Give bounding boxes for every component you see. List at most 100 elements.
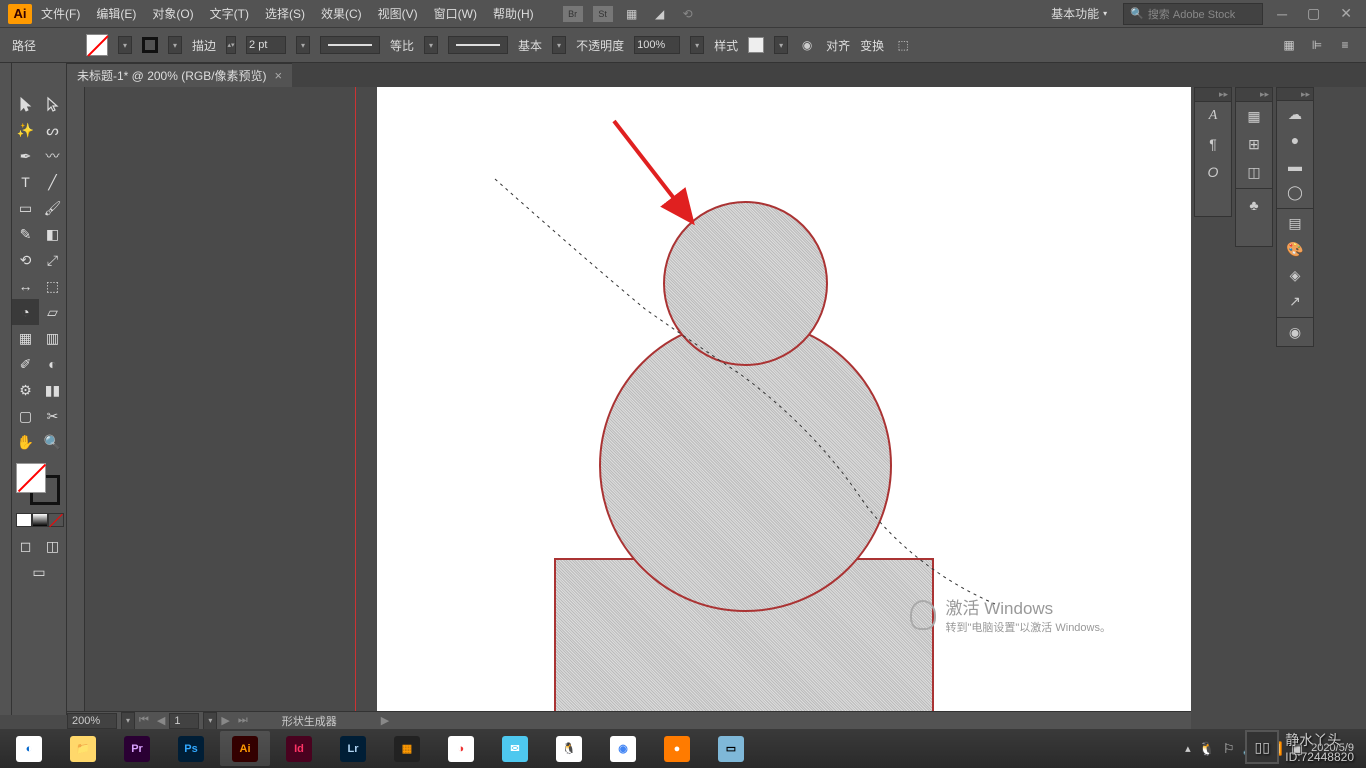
symbol-sprayer-tool[interactable]: ⚙: [12, 377, 39, 403]
menu-type[interactable]: 文字(T): [203, 2, 256, 25]
taskbar-app-12[interactable]: ●: [652, 731, 702, 766]
tab-close-button[interactable]: ×: [275, 68, 283, 83]
taskbar-app-explorer[interactable]: 📁: [58, 731, 108, 766]
eraser-tool[interactable]: ◧: [39, 221, 66, 247]
taskbar-app-indesign[interactable]: Id: [274, 731, 324, 766]
tool-dock-grip[interactable]: [0, 63, 12, 87]
fill-dropdown[interactable]: ▾: [118, 36, 132, 54]
transform-icon[interactable]: ⬚: [894, 36, 912, 54]
mesh-tool[interactable]: ▦: [12, 325, 39, 351]
menu-object[interactable]: 对象(O): [145, 2, 200, 25]
sync-icon[interactable]: ⟲: [679, 5, 697, 23]
opacity-input[interactable]: [634, 36, 680, 54]
menu-view[interactable]: 视图(V): [371, 2, 425, 25]
style-dropdown[interactable]: ▾: [774, 36, 788, 54]
stroke-weight-input[interactable]: [246, 36, 286, 54]
eyedropper-tool[interactable]: ✐: [12, 351, 39, 377]
close-button[interactable]: ✕: [1334, 5, 1358, 22]
zoom-tool[interactable]: 🔍: [39, 429, 66, 455]
paintbrush-tool[interactable]: 🖌: [39, 195, 66, 221]
workspace-switcher[interactable]: 基本功能▾: [1043, 3, 1115, 24]
tray-flag-icon[interactable]: ⚐: [1223, 741, 1235, 757]
taskbar-app-9[interactable]: ✉: [490, 731, 540, 766]
perspective-tool[interactable]: ▱: [39, 299, 66, 325]
stroke-weight-dropdown[interactable]: ▾: [296, 36, 310, 54]
taskbar-app-chrome[interactable]: ◉: [598, 731, 648, 766]
transform-panel-icon[interactable]: ⊞: [1236, 130, 1272, 158]
gpu-icon[interactable]: ◢: [651, 5, 669, 23]
fill-color-box[interactable]: [16, 463, 46, 493]
stroke-panel-icon[interactable]: ◯: [1277, 179, 1313, 205]
color-mode-none[interactable]: [48, 513, 64, 527]
taskbar-app-8[interactable]: ◑: [436, 731, 486, 766]
more-icon[interactable]: ≡: [1336, 36, 1354, 54]
paragraph-panel-icon[interactable]: ¶: [1195, 130, 1231, 158]
graph-tool[interactable]: ▮▮: [39, 377, 66, 403]
pathfinder-icon[interactable]: ◫: [1236, 158, 1272, 186]
stroke-dropdown[interactable]: ▾: [168, 36, 182, 54]
free-transform-tool[interactable]: ⬚: [39, 273, 66, 299]
recolor-icon[interactable]: ◉: [798, 36, 816, 54]
align-panel-icon[interactable]: ⊫: [1308, 36, 1326, 54]
first-artboard[interactable]: ⏮: [135, 714, 153, 727]
zoom-level[interactable]: 200%: [67, 713, 117, 729]
taskbar-app-lightroom[interactable]: Lr: [328, 731, 378, 766]
restore-button[interactable]: ▢: [1301, 5, 1326, 22]
swatches-icon[interactable]: ▬: [1277, 153, 1313, 179]
libraries-icon[interactable]: ☁: [1277, 101, 1313, 127]
pen-tool[interactable]: ✒: [12, 143, 39, 169]
rectangle-tool[interactable]: ▭: [12, 195, 39, 221]
bridge-icon[interactable]: Br: [563, 6, 583, 22]
screen-mode[interactable]: ▭: [12, 559, 66, 585]
shaper-tool[interactable]: ✎: [12, 221, 39, 247]
tool-dock-strip[interactable]: [0, 87, 12, 715]
last-artboard[interactable]: ⏭: [234, 714, 252, 727]
menu-effect[interactable]: 效果(C): [314, 2, 369, 25]
color-mode-solid[interactable]: [16, 513, 32, 527]
selection-tool[interactable]: [12, 91, 39, 117]
align-icon[interactable]: ▦: [1236, 102, 1272, 130]
menu-select[interactable]: 选择(S): [258, 2, 312, 25]
blend-tool[interactable]: ◐: [39, 351, 66, 377]
menu-file[interactable]: 文件(F): [34, 2, 87, 25]
style-swatch[interactable]: [748, 37, 764, 53]
artboard-dropdown[interactable]: ▾: [203, 712, 217, 730]
guide-line[interactable]: [355, 87, 356, 715]
magic-wand-tool[interactable]: ✨: [12, 117, 39, 143]
gradient-panel-icon[interactable]: 🎨: [1277, 237, 1313, 263]
layers-icon[interactable]: ◈: [1277, 263, 1313, 289]
panel-collapse-2[interactable]: ▸▸: [1236, 88, 1272, 102]
rotate-tool[interactable]: ⟲: [12, 247, 39, 273]
stock-icon[interactable]: St: [593, 6, 613, 22]
transform-label[interactable]: 变换: [860, 37, 884, 54]
menu-help[interactable]: 帮助(H): [486, 2, 541, 25]
canvas[interactable]: 激活 Windows 转到"电脑设置"以激活 Windows。: [67, 87, 1191, 715]
color-panel-icon[interactable]: ▤: [1277, 211, 1313, 237]
taskbar-app-13[interactable]: ▭: [706, 731, 756, 766]
profile-dropdown[interactable]: ▾: [424, 36, 438, 54]
opacity-dropdown[interactable]: ▾: [690, 36, 704, 54]
menu-edit[interactable]: 编辑(E): [89, 2, 143, 25]
taskbar-app-0[interactable]: ◐: [4, 731, 54, 766]
opentype-panel-icon[interactable]: O: [1195, 158, 1231, 186]
minimize-button[interactable]: ─: [1271, 6, 1293, 22]
line-tool[interactable]: ╱: [39, 169, 66, 195]
hand-tool[interactable]: ✋: [12, 429, 39, 455]
prev-artboard[interactable]: ◀: [153, 714, 169, 727]
search-input[interactable]: 🔍搜索 Adobe Stock: [1123, 3, 1263, 25]
scale-tool[interactable]: ⤢: [39, 247, 66, 273]
taskbar-app-qq[interactable]: 🐧: [544, 731, 594, 766]
stroke-swatch[interactable]: [142, 37, 158, 53]
fill-stroke-control[interactable]: [12, 461, 66, 511]
taskbar-app-7[interactable]: ▦: [382, 731, 432, 766]
status-dropdown[interactable]: ▶: [377, 714, 393, 727]
stroke-stepper[interactable]: ▴▾: [226, 36, 236, 54]
artboard-number[interactable]: 1: [169, 713, 199, 729]
taskbar-app-photoshop[interactable]: Ps: [166, 731, 216, 766]
draw-mode-normal[interactable]: ◻: [12, 533, 39, 559]
zoom-dropdown[interactable]: ▾: [121, 712, 135, 730]
taskbar-app-premiere[interactable]: Pr: [112, 731, 162, 766]
color-mode-gradient[interactable]: [32, 513, 48, 527]
fill-swatch[interactable]: [86, 34, 108, 56]
taskbar-app-illustrator[interactable]: Ai: [220, 731, 270, 766]
